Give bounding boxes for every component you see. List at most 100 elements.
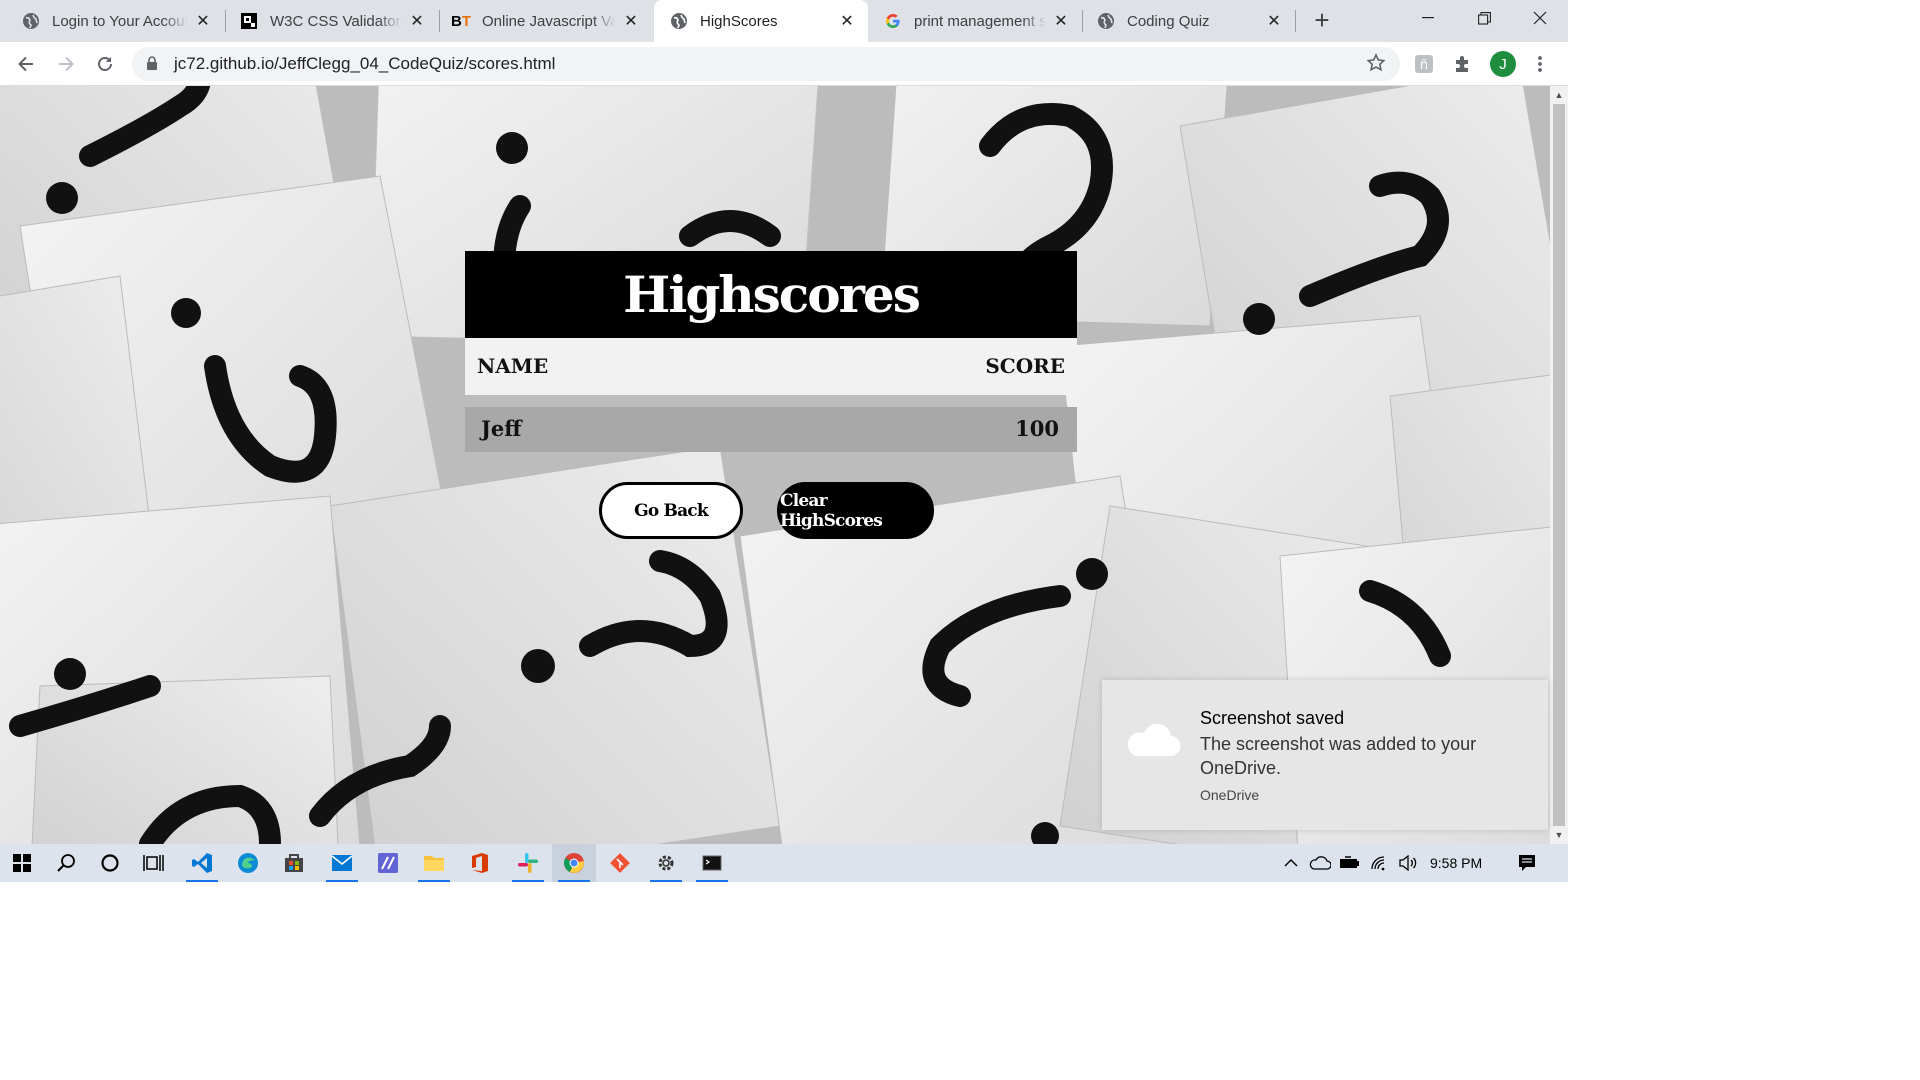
volume-icon[interactable] bbox=[1396, 844, 1420, 882]
name-column-header: NAME bbox=[477, 354, 549, 378]
globe-icon bbox=[1097, 12, 1115, 30]
close-tab-icon[interactable]: ✕ bbox=[1052, 12, 1070, 30]
settings-taskbar-icon[interactable] bbox=[644, 844, 688, 882]
extension-button[interactable]: ñ bbox=[1408, 48, 1440, 80]
player-score: 100 bbox=[1015, 416, 1059, 441]
score-column-header: SCORE bbox=[985, 354, 1065, 378]
chevron-up-icon[interactable] bbox=[1280, 844, 1302, 882]
mail-taskbar-icon[interactable] bbox=[320, 844, 364, 882]
player-name: Jeff bbox=[481, 416, 522, 441]
new-tab-button[interactable]: + bbox=[1308, 5, 1336, 35]
arrow-right-icon bbox=[59, 56, 74, 72]
action-center-button[interactable] bbox=[1512, 844, 1542, 882]
close-tab-icon[interactable]: ✕ bbox=[408, 12, 426, 30]
tab-google-search[interactable]: print management software ✕ bbox=[870, 0, 1082, 42]
tab-title: print management software bbox=[914, 12, 1046, 30]
bt-icon: BT bbox=[451, 12, 472, 30]
minimize-button[interactable] bbox=[1400, 0, 1456, 36]
edge-taskbar-icon[interactable] bbox=[226, 844, 270, 882]
browser-toolbar: jc72.github.io/JeffClegg_04_CodeQuiz/sco… bbox=[0, 42, 1568, 86]
back-button[interactable] bbox=[10, 48, 42, 80]
bookmark-star-icon[interactable] bbox=[1366, 53, 1386, 78]
tab-title: W3C CSS Validator results bbox=[270, 12, 402, 30]
profile-avatar[interactable]: J bbox=[1490, 51, 1516, 77]
scroll-down-arrow-icon[interactable]: ▼ bbox=[1554, 830, 1564, 840]
lock-icon bbox=[146, 56, 158, 76]
page-scrollbar[interactable]: ▲ ▼ bbox=[1550, 86, 1568, 844]
extensions-menu-button[interactable] bbox=[1447, 48, 1479, 80]
task-view-icon bbox=[143, 855, 164, 871]
close-icon bbox=[1533, 11, 1547, 25]
wifi-icon[interactable] bbox=[1368, 844, 1392, 882]
tab-w3c[interactable]: W3C CSS Validator results ✕ bbox=[226, 0, 438, 42]
git-taskbar-icon[interactable] bbox=[598, 844, 642, 882]
file-explorer-taskbar-icon[interactable] bbox=[412, 844, 456, 882]
cortana-circle-icon bbox=[101, 854, 119, 872]
arrow-left-icon bbox=[18, 56, 33, 72]
page-title: Highscores bbox=[623, 265, 921, 324]
tab-title: Login to Your Account bbox=[52, 12, 188, 30]
url-text: jc72.github.io/JeffClegg_04_CodeQuiz/sco… bbox=[174, 54, 556, 73]
notification-icon bbox=[1519, 855, 1535, 871]
restore-icon bbox=[1477, 11, 1491, 25]
minimize-icon bbox=[1422, 17, 1434, 19]
close-tab-icon[interactable]: ✕ bbox=[622, 12, 640, 30]
forward-button[interactable] bbox=[50, 48, 82, 80]
windows-logo-icon bbox=[13, 854, 31, 872]
app-taskbar-icon[interactable] bbox=[366, 844, 410, 882]
kebab-menu-icon bbox=[1538, 56, 1542, 72]
google-icon bbox=[884, 12, 902, 30]
scroll-up-arrow-icon[interactable]: ▲ bbox=[1554, 90, 1564, 100]
start-button[interactable] bbox=[0, 844, 44, 882]
taskbar-clock[interactable]: 9:58 PM bbox=[1430, 844, 1482, 882]
scrollbar-thumb[interactable] bbox=[1553, 104, 1565, 826]
chrome-taskbar-icon[interactable] bbox=[552, 844, 596, 882]
extension-badge-icon: ñ bbox=[1415, 55, 1433, 73]
tab-title: Coding Quiz bbox=[1127, 12, 1210, 30]
puzzle-icon bbox=[1456, 56, 1468, 72]
vscode-taskbar-icon[interactable] bbox=[180, 844, 224, 882]
onedrive-notification[interactable]: Screenshot saved The screenshot was adde… bbox=[1102, 680, 1548, 830]
close-tab-icon[interactable]: ✕ bbox=[194, 12, 212, 30]
search-button[interactable] bbox=[44, 844, 88, 882]
close-tab-icon[interactable]: ✕ bbox=[838, 12, 856, 30]
gear-icon bbox=[658, 855, 674, 871]
terminal-taskbar-icon[interactable] bbox=[690, 844, 734, 882]
close-tab-icon[interactable]: ✕ bbox=[1265, 12, 1283, 30]
column-header-row: NAME SCORE bbox=[465, 338, 1077, 395]
tab-separator bbox=[1295, 10, 1296, 32]
battery-icon[interactable] bbox=[1338, 844, 1362, 882]
globe-icon bbox=[670, 12, 688, 30]
windows-taskbar: 9:58 PM bbox=[0, 844, 1568, 882]
search-icon bbox=[57, 854, 75, 872]
tab-title: HighScores bbox=[700, 12, 778, 30]
tab-js-validator[interactable]: BT Online Javascript Validator ✕ bbox=[440, 0, 652, 42]
onedrive-tray-icon[interactable] bbox=[1308, 844, 1332, 882]
close-window-button[interactable] bbox=[1512, 0, 1568, 36]
notification-body: The screenshot was added to your OneDriv… bbox=[1200, 734, 1477, 778]
notification-source: OneDrive bbox=[1200, 787, 1260, 803]
go-back-button[interactable]: Go Back bbox=[599, 482, 743, 539]
tab-login[interactable]: Login to Your Account ✕ bbox=[0, 0, 224, 42]
office-taskbar-icon[interactable] bbox=[458, 844, 502, 882]
cloud-icon bbox=[1122, 720, 1182, 765]
restore-button[interactable] bbox=[1456, 0, 1512, 36]
clear-highscores-button[interactable]: Clear HighScores bbox=[777, 482, 934, 539]
globe-icon bbox=[22, 12, 40, 30]
tab-title: Online Javascript Validator bbox=[482, 12, 616, 30]
tab-highscores[interactable]: HighScores ✕ bbox=[654, 0, 868, 42]
svg-text:ñ: ñ bbox=[1420, 58, 1428, 73]
score-row: Jeff 100 bbox=[465, 407, 1077, 452]
highscores-header: Highscores bbox=[465, 251, 1077, 338]
slack-taskbar-icon[interactable] bbox=[506, 844, 550, 882]
reload-button[interactable] bbox=[89, 48, 121, 80]
store-taskbar-icon[interactable] bbox=[272, 844, 316, 882]
task-view-button[interactable] bbox=[132, 844, 176, 882]
cortana-button[interactable] bbox=[88, 844, 132, 882]
tab-coding-quiz[interactable]: Coding Quiz ✕ bbox=[1083, 0, 1295, 42]
tab-strip: Login to Your Account ✕ W3C CSS Validato… bbox=[0, 0, 1568, 42]
browser-menu-button[interactable] bbox=[1524, 48, 1556, 80]
reload-icon bbox=[98, 57, 112, 71]
notification-title: Screenshot saved bbox=[1200, 708, 1345, 728]
address-bar[interactable]: jc72.github.io/JeffClegg_04_CodeQuiz/sco… bbox=[132, 47, 1400, 81]
